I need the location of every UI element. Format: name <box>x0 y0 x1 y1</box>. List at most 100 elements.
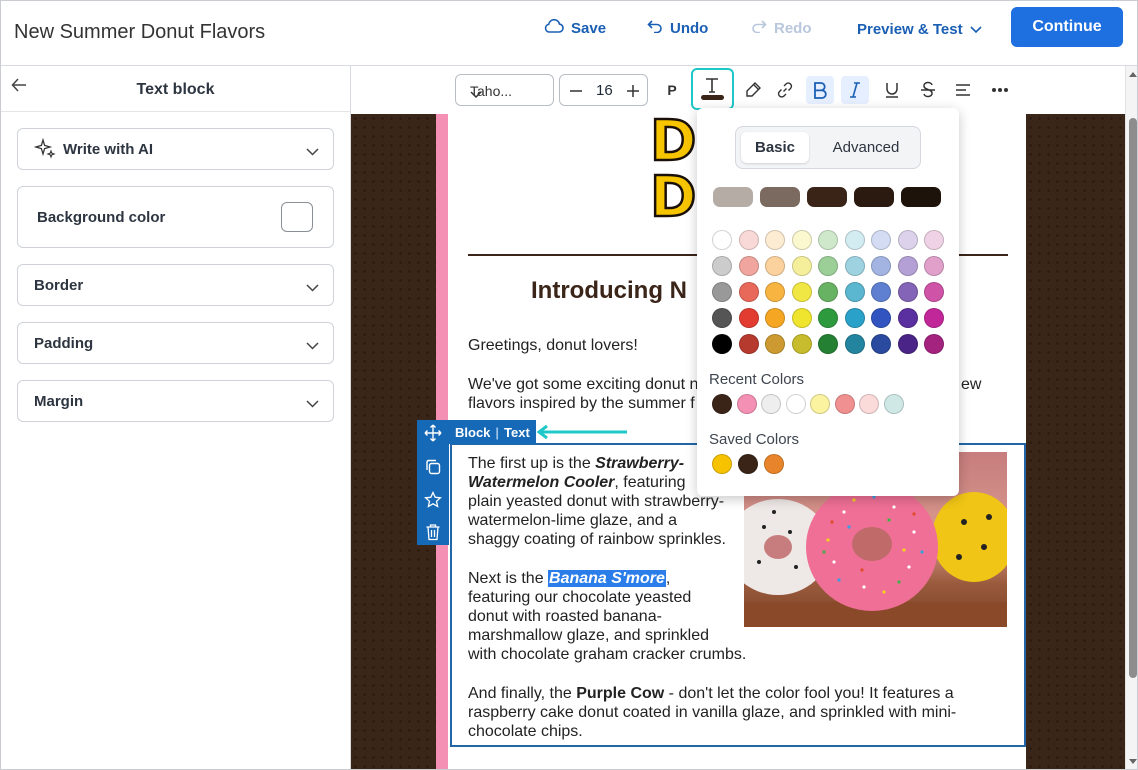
recent-color-swatch[interactable] <box>810 394 830 414</box>
p1-line-1[interactable]: The first up is the Strawberry- <box>468 454 684 473</box>
color-swatch[interactable] <box>765 334 785 354</box>
color-swatch[interactable] <box>765 230 785 250</box>
color-swatch[interactable] <box>738 334 759 354</box>
color-swatch[interactable] <box>871 282 891 302</box>
color-swatch[interactable] <box>818 334 838 354</box>
selected-text[interactable]: Banana S'more <box>548 570 666 587</box>
color-swatch[interactable] <box>791 334 812 354</box>
color-swatch[interactable] <box>738 308 759 328</box>
p1-line-4[interactable]: watermelon-lime glaze, and a <box>468 511 677 530</box>
intro-tail[interactable]: ew <box>961 375 981 394</box>
strikethrough-icon[interactable] <box>914 76 942 104</box>
document-title[interactable]: New Summer Donut Flavors <box>14 21 265 44</box>
color-swatch[interactable] <box>765 282 785 302</box>
vertical-scrollbar[interactable] <box>1125 66 1138 769</box>
trash-icon[interactable] <box>423 522 443 542</box>
theme-color-swatch[interactable] <box>854 187 894 207</box>
color-swatch[interactable] <box>897 282 918 302</box>
color-swatch[interactable] <box>897 308 918 328</box>
paragraph-style-button[interactable]: P <box>658 76 686 104</box>
color-swatch[interactable] <box>818 308 838 328</box>
border-row[interactable]: Border <box>17 264 334 306</box>
scrollbar-thumb[interactable] <box>1129 118 1137 678</box>
color-swatch[interactable] <box>871 230 891 250</box>
background-color-row[interactable]: Background color <box>17 186 334 248</box>
color-swatch[interactable] <box>712 308 732 328</box>
color-swatch[interactable] <box>712 230 732 250</box>
color-swatch[interactable] <box>844 230 865 250</box>
color-swatch[interactable] <box>712 282 732 302</box>
save-button[interactable]: Save <box>544 17 606 39</box>
headline[interactable]: Introducing N <box>531 277 687 305</box>
write-with-ai-row[interactable]: Write with AI <box>17 128 334 170</box>
color-swatch[interactable] <box>871 256 891 276</box>
recent-color-swatch[interactable] <box>859 394 879 414</box>
color-swatch[interactable] <box>712 256 732 276</box>
color-swatch[interactable] <box>818 230 838 250</box>
recent-color-swatch[interactable] <box>712 394 732 414</box>
color-swatch[interactable] <box>738 230 759 250</box>
theme-color-swatch[interactable] <box>901 187 941 207</box>
theme-color-swatch[interactable] <box>807 187 847 207</box>
recent-color-swatch[interactable] <box>785 394 806 414</box>
align-icon[interactable] <box>949 76 977 104</box>
p2-line-2[interactable]: featuring our chocolate yeasted <box>468 588 691 607</box>
color-swatch[interactable] <box>844 256 865 276</box>
p3-line-3[interactable]: chocolate chips. <box>468 722 583 741</box>
redo-button[interactable]: Redo <box>751 17 812 39</box>
p2-line-1[interactable]: Next is the Banana S'more, <box>468 569 670 588</box>
theme-color-swatch[interactable] <box>760 187 800 207</box>
saved-color-swatch[interactable] <box>738 454 758 474</box>
bold-icon[interactable] <box>806 76 834 104</box>
color-swatch[interactable] <box>712 334 732 354</box>
greeting-text[interactable]: Greetings, donut lovers! <box>468 336 638 355</box>
scroll-up-icon[interactable] <box>1128 70 1138 78</box>
color-swatch[interactable] <box>871 308 891 328</box>
more-options-icon[interactable] <box>986 76 1014 104</box>
font-family-select[interactable]: Taho... <box>455 74 554 106</box>
recent-color-swatch[interactable] <box>883 394 904 414</box>
font-size-value[interactable]: 16 <box>596 82 613 99</box>
undo-button[interactable]: Undo <box>647 17 708 39</box>
color-swatch[interactable] <box>791 256 812 276</box>
continue-button[interactable]: Continue <box>1011 7 1123 47</box>
decrease-size-icon[interactable] <box>569 84 583 102</box>
recent-color-swatch[interactable] <box>736 394 757 414</box>
color-swatch[interactable] <box>791 308 812 328</box>
p1-line-3[interactable]: plain yeasted donut with strawberry- <box>468 492 724 511</box>
color-swatch[interactable] <box>765 308 785 328</box>
recent-color-swatch[interactable] <box>834 394 855 414</box>
color-swatch[interactable] <box>844 282 865 302</box>
move-icon[interactable] <box>423 423 443 443</box>
color-swatch[interactable] <box>924 256 944 276</box>
saved-color-swatch[interactable] <box>764 454 784 474</box>
increase-size-icon[interactable] <box>626 84 640 102</box>
tab-basic[interactable]: Basic <box>741 132 809 163</box>
recent-color-swatch[interactable] <box>761 394 781 414</box>
theme-color-swatch[interactable] <box>713 187 753 207</box>
tab-advanced[interactable]: Advanced <box>816 132 916 163</box>
color-swatch[interactable] <box>897 334 918 354</box>
color-swatch[interactable] <box>924 308 944 328</box>
color-swatch[interactable] <box>818 282 838 302</box>
p3-line-1[interactable]: And finally, the Purple Cow - don't let … <box>468 684 954 703</box>
color-swatch[interactable] <box>738 256 759 276</box>
highlighter-icon[interactable] <box>739 76 767 104</box>
color-swatch[interactable] <box>791 282 812 302</box>
intro-line-1[interactable]: We've got some exciting donut n <box>468 375 698 394</box>
underline-icon[interactable] <box>878 76 906 104</box>
background-color-swatch[interactable] <box>281 202 313 232</box>
padding-row[interactable]: Padding <box>17 322 334 364</box>
p2-line-5[interactable]: with chocolate graham cracker crumbs. <box>468 645 746 664</box>
text-color-button[interactable] <box>691 68 734 110</box>
margin-row[interactable]: Margin <box>17 380 334 422</box>
p2-line-3[interactable]: donut with roasted banana- <box>468 607 662 626</box>
color-swatch[interactable] <box>897 256 918 276</box>
star-icon[interactable] <box>423 490 443 510</box>
color-swatch[interactable] <box>897 230 918 250</box>
link-icon[interactable] <box>771 76 799 104</box>
italic-icon[interactable] <box>841 76 869 104</box>
p1-line-2[interactable]: Watermelon Cooler, featuring <box>468 473 686 492</box>
p3-line-2[interactable]: raspberry cake donut coated in vanilla g… <box>468 703 956 722</box>
p2-line-4[interactable]: marshmallow glaze, and sprinkled <box>468 626 709 645</box>
